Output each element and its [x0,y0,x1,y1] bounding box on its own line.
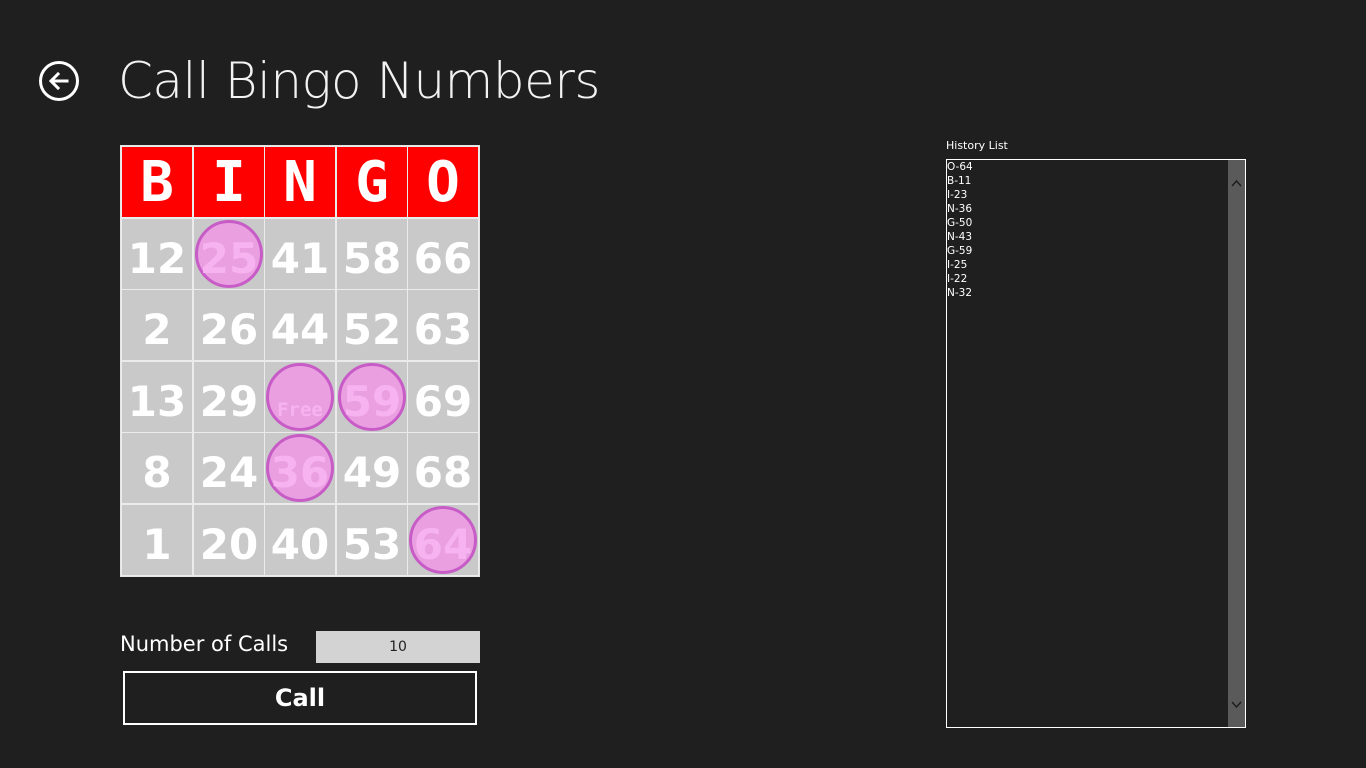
history-list-item[interactable]: B-11 [947,174,1226,188]
bingo-cell-value: Free [277,399,323,421]
bingo-header-g: G [337,147,407,217]
bingo-cell-g-4[interactable]: 49 [337,433,407,503]
chevron-down-icon [1231,700,1242,708]
history-list-item[interactable]: O-64 [947,160,1226,174]
bingo-cell-value: 36 [270,448,330,497]
bingo-cell-b-3[interactable]: 13 [122,362,192,432]
bingo-cell-b-2[interactable]: 2 [122,290,192,360]
history-list-item[interactable]: N-43 [947,230,1226,244]
bingo-cell-value: 40 [270,520,330,569]
bingo-cell-value: 26 [199,305,259,354]
bingo-cell-i-5[interactable]: 20 [194,505,264,575]
bingo-cell-value: 58 [342,234,402,283]
bingo-cell-i-2[interactable]: 26 [194,290,264,360]
bingo-cell-value: 49 [342,448,402,497]
bingo-cell-value: 41 [270,234,330,283]
history-list-item[interactable]: N-36 [947,202,1226,216]
bingo-cell-value: 53 [342,520,402,569]
bingo-cell-n-3[interactable]: Free [265,362,335,432]
bingo-cell-o-3[interactable]: 69 [408,362,478,432]
history-list-item[interactable]: G-59 [947,244,1226,258]
bingo-cell-b-5[interactable]: 1 [122,505,192,575]
number-of-calls-label: Number of Calls [120,632,289,656]
page-title: Call Bingo Numbers [118,52,600,110]
history-list-item[interactable]: I-25 [947,258,1226,272]
bingo-cell-b-4[interactable]: 8 [122,433,192,503]
bingo-cell-n-2[interactable]: 44 [265,290,335,360]
bingo-cell-g-1[interactable]: 58 [337,219,407,289]
bingo-cell-i-4[interactable]: 24 [194,433,264,503]
bingo-cell-value: 8 [142,448,172,497]
bingo-cell-value: 52 [342,305,402,354]
bingo-cell-value: 68 [413,448,473,497]
bingo-cell-value: 20 [199,520,259,569]
bingo-cell-o-5[interactable]: 64 [408,505,478,575]
back-arrow-icon [48,71,69,91]
bingo-cell-n-5[interactable]: 40 [265,505,335,575]
bingo-cell-o-4[interactable]: 68 [408,433,478,503]
bingo-cell-g-3[interactable]: 59 [337,362,407,432]
bingo-header: BINGO [121,146,479,218]
bingo-cell-o-1[interactable]: 66 [408,219,478,289]
bingo-header-b: B [122,147,192,217]
history-list-item[interactable]: I-22 [947,272,1226,286]
bingo-cell-b-1[interactable]: 12 [122,219,192,289]
bingo-cell-value: 59 [342,377,402,426]
bingo-cell-value: 24 [199,448,259,497]
number-of-calls-field[interactable]: 10 [316,631,480,663]
bingo-cell-value: 69 [413,377,473,426]
bingo-cell-value: 1 [142,520,172,569]
bingo-header-n: N [265,147,335,217]
bingo-header-o: O [408,147,478,217]
history-scrollbar[interactable] [1228,160,1245,727]
bingo-cell-value: 25 [199,234,259,283]
bingo-cell-value: 29 [199,377,259,426]
bingo-cell-value: 64 [413,520,473,569]
history-list[interactable]: O-64 B-11 I-23 N-36 G-50 N-43 G-59 I-25 I-22 N-32 [946,159,1246,728]
app-root: Call Bingo Numbers BINGO 12 25 41 58 66 2 26 44… [0,0,1366,768]
bingo-cell-i-3[interactable]: 29 [194,362,264,432]
bingo-cell-value: 63 [413,305,473,354]
call-button[interactable]: Call [123,671,477,725]
bingo-cell-i-1[interactable]: 25 [194,219,264,289]
chevron-up-icon [1231,179,1242,187]
history-list-label: History List [946,139,1008,152]
history-items: O-64 B-11 I-23 N-36 G-50 N-43 G-59 I-25 I-22 N-32 [947,160,1226,300]
bingo-cell-value: 44 [270,305,330,354]
bingo-cell-value: 2 [142,305,172,354]
history-list-item[interactable]: G-50 [947,216,1226,230]
history-list-item[interactable]: I-23 [947,188,1226,202]
bingo-cell-g-2[interactable]: 52 [337,290,407,360]
bingo-cell-value: 12 [127,234,187,283]
bingo-cell-value: 66 [413,234,473,283]
bingo-header-i: I [194,147,264,217]
bingo-cell-g-5[interactable]: 53 [337,505,407,575]
bingo-cell-n-1[interactable]: 41 [265,219,335,289]
scroll-down-button[interactable] [1228,696,1245,713]
scroll-up-button[interactable] [1228,174,1245,191]
bingo-cell-value: 13 [127,377,187,426]
bingo-cell-n-4[interactable]: 36 [265,433,335,503]
back-button[interactable] [39,61,79,101]
bingo-card: BINGO 12 25 41 58 66 2 26 44 52 63 13 29 Free 59 69 8 24… [120,145,480,577]
bingo-cell-o-2[interactable]: 63 [408,290,478,360]
history-list-item[interactable]: N-32 [947,286,1226,300]
